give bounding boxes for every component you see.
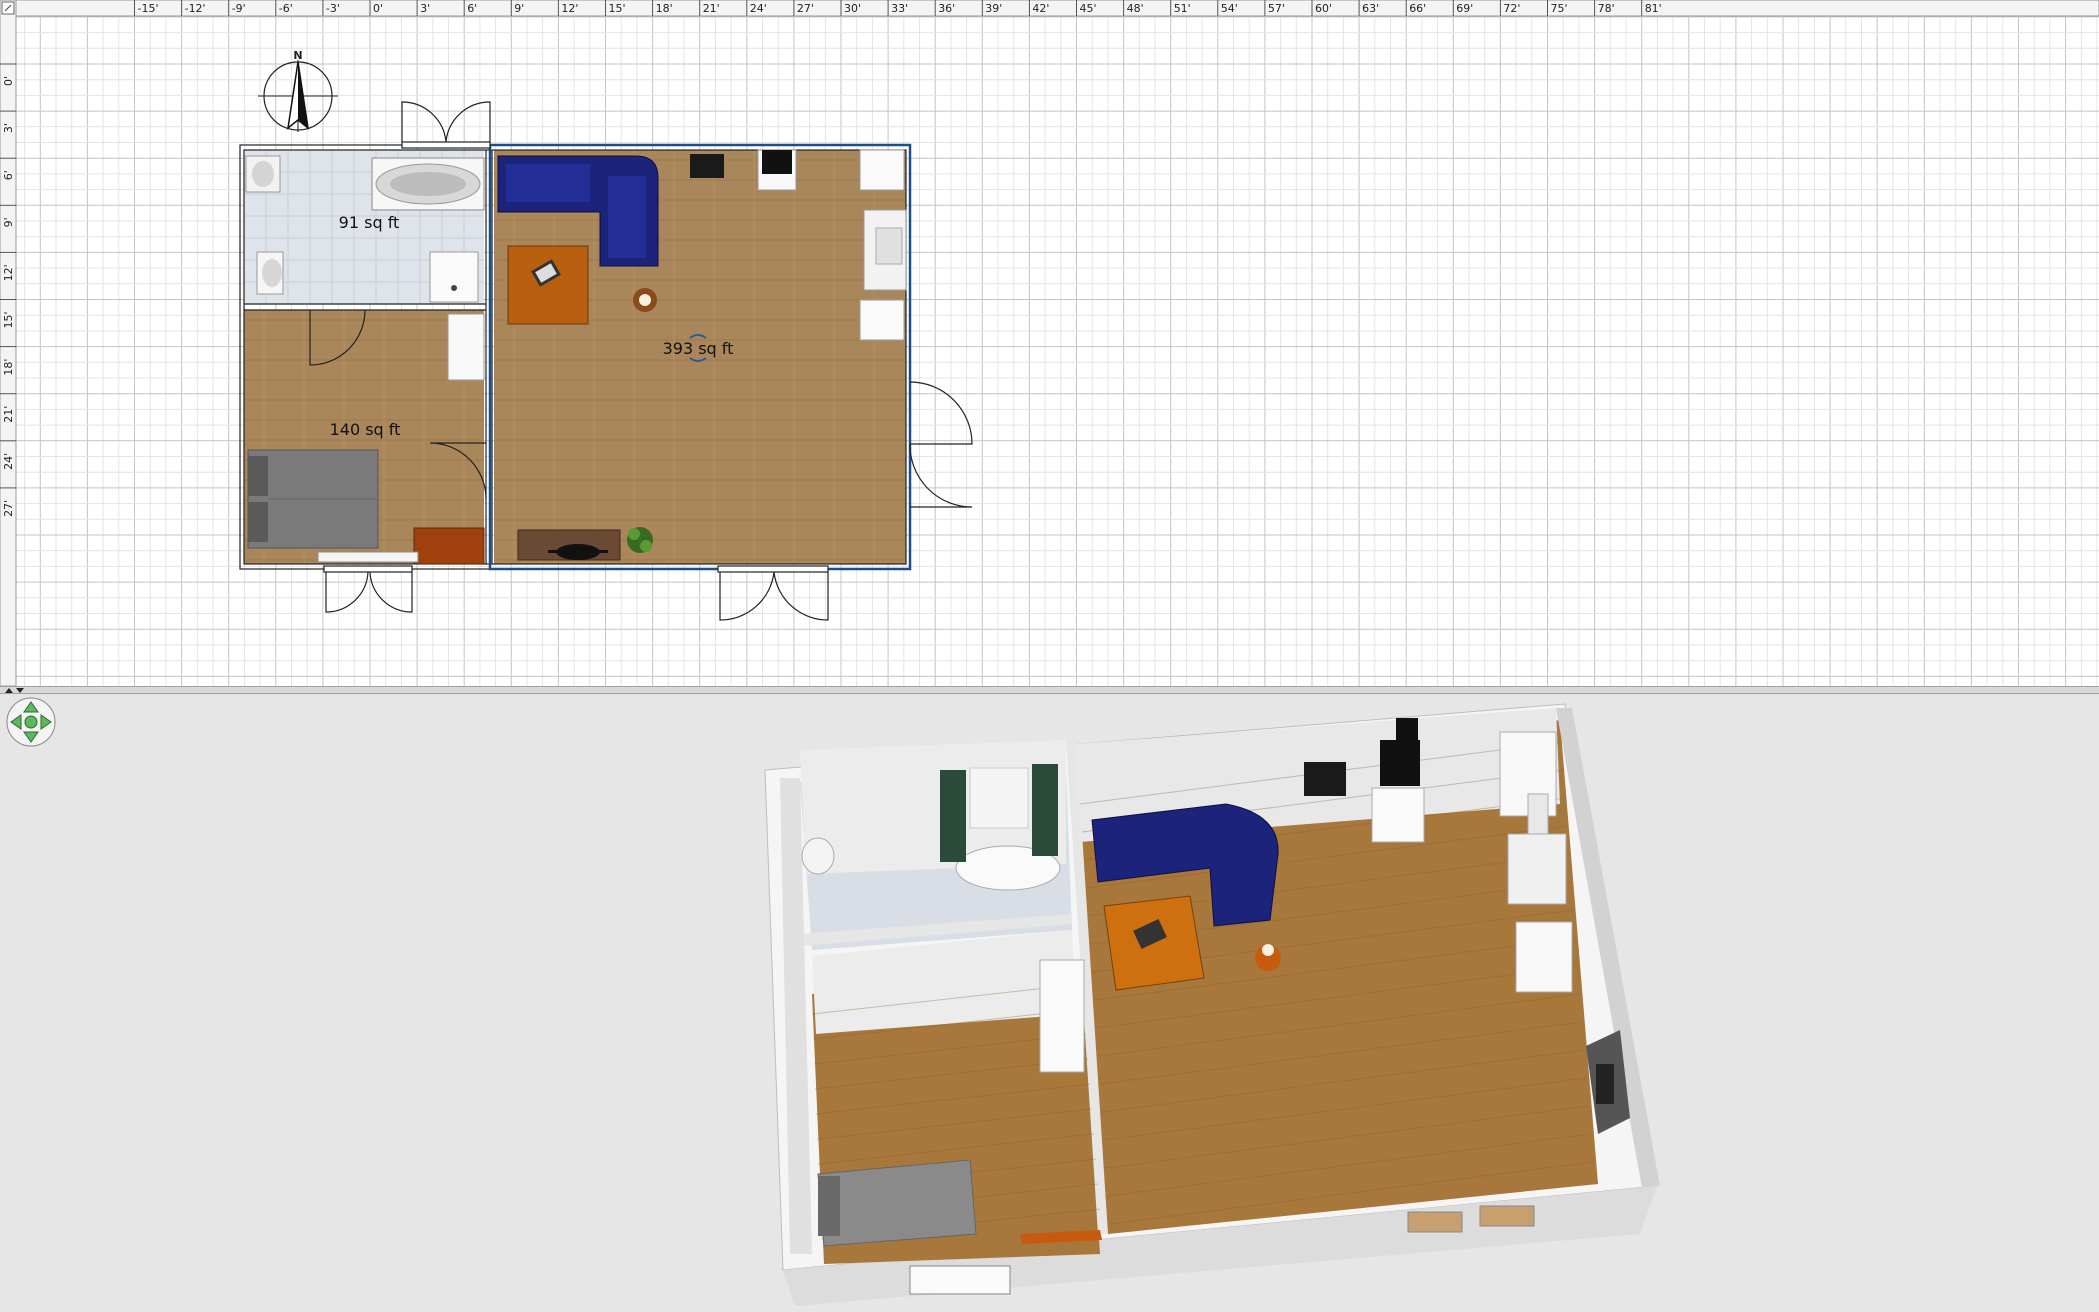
- wardrobe-bedroom[interactable]: [447, 313, 485, 381]
- left-ruler-label: 3': [2, 123, 15, 133]
- tv-stand[interactable]: [517, 529, 621, 561]
- door-top[interactable]: [401, 101, 491, 149]
- top-ruler-label: 42': [1032, 2, 1049, 15]
- sink-bathroom-3d[interactable]: [801, 837, 835, 875]
- top-ruler-label: 60': [1315, 2, 1332, 15]
- bathtub[interactable]: [371, 157, 485, 211]
- bed-3d[interactable]: [817, 1159, 977, 1247]
- plant[interactable]: [627, 527, 653, 553]
- top-ruler-label: 12': [561, 2, 578, 15]
- sink-bathroom[interactable]: [245, 155, 281, 193]
- top-ruler-label: -15': [138, 2, 159, 15]
- top-ruler-label: 3': [420, 2, 430, 15]
- compass-icon[interactable]: [258, 60, 338, 132]
- top-ruler-label: -3': [326, 2, 340, 15]
- microwave-3d[interactable]: [1304, 762, 1346, 796]
- ruler-corner-icon: [1, 1, 15, 15]
- top-ruler-label: 30': [844, 2, 861, 15]
- top-ruler-label: 18': [656, 2, 673, 15]
- top-ruler-label: 81': [1645, 2, 1662, 15]
- radiator-bedroom[interactable]: [317, 551, 419, 563]
- plan-canvas[interactable]: -15' -12' -9' -6' -3' 0' 3' 6' 9' 12' 15' 18' 21' 24'…: [0, 0, 2099, 686]
- top-ruler-label: 78': [1598, 2, 1615, 15]
- left-ruler-label: 9': [2, 217, 15, 227]
- top-ruler-label: 21': [703, 2, 720, 15]
- top-ruler-label: -6': [279, 2, 293, 15]
- top-ruler-label: 36': [938, 2, 955, 15]
- navigator-arrows-icon[interactable]: [6, 697, 56, 747]
- kitchen-cabinet[interactable]: [859, 299, 905, 341]
- top-ruler-label: 72': [1503, 2, 1520, 15]
- room-area-bathroom: 91 sq ft: [339, 213, 400, 232]
- top-ruler-label: 33': [891, 2, 908, 15]
- left-ruler-label: 0': [2, 76, 15, 86]
- microwave[interactable]: [690, 154, 724, 178]
- top-ruler-label: -9': [232, 2, 246, 15]
- 3d-canvas[interactable]: [0, 694, 2099, 1312]
- top-ruler-label: 9': [514, 2, 524, 15]
- top-ruler-label: 6': [467, 2, 477, 15]
- plan-view[interactable]: -15' -12' -9' -6' -3' 0' 3' 6' 9' 12' 15' 18' 21' 24'…: [0, 0, 2099, 686]
- door-bottom-bedroom[interactable]: [323, 565, 413, 613]
- 3d-view[interactable]: [0, 694, 2099, 1312]
- top-ruler-label: 45': [1080, 2, 1097, 15]
- compass-label: N: [293, 49, 302, 62]
- left-ruler-label: 15': [2, 312, 15, 329]
- kitchen-sink[interactable]: [863, 209, 907, 291]
- top-ruler-label: 57': [1268, 2, 1285, 15]
- top-ruler-label: 66': [1409, 2, 1426, 15]
- kitchen-cabinet-3d[interactable]: [1515, 921, 1573, 993]
- door-bottom-living[interactable]: [717, 565, 829, 621]
- left-ruler-label: 18': [2, 359, 15, 376]
- top-ruler-label: 48': [1127, 2, 1144, 15]
- top-ruler-label: 0': [373, 2, 383, 15]
- top-ruler-label: 27': [797, 2, 814, 15]
- top-ruler-label: 51': [1174, 2, 1191, 15]
- view-splitter[interactable]: [0, 686, 2099, 694]
- wardrobe-3d[interactable]: [1039, 959, 1085, 1073]
- top-ruler-label: 15': [609, 2, 626, 15]
- washing-machine[interactable]: [429, 251, 479, 303]
- top-ruler[interactable]: [0, 0, 2099, 17]
- left-ruler-label: 6': [2, 170, 15, 180]
- toilet[interactable]: [256, 251, 284, 295]
- left-ruler-label: 21': [2, 406, 15, 423]
- left-ruler-label: 24': [2, 453, 15, 470]
- left-ruler[interactable]: [0, 0, 17, 686]
- top-ruler-label: -12': [185, 2, 206, 15]
- top-ruler-label: 69': [1456, 2, 1473, 15]
- coffee-table-3d[interactable]: [1103, 895, 1205, 991]
- top-ruler-label: 24': [750, 2, 767, 15]
- top-ruler-label: 75': [1551, 2, 1568, 15]
- fridge[interactable]: [859, 149, 905, 191]
- bed[interactable]: [247, 449, 379, 549]
- room-area-bedroom: 140 sq ft: [330, 420, 401, 439]
- coffee-table[interactable]: [507, 245, 589, 325]
- top-ruler-label: 63': [1362, 2, 1379, 15]
- top-ruler-label: 54': [1221, 2, 1238, 15]
- left-ruler-label: 27': [2, 500, 15, 517]
- left-ruler-label: 12': [2, 264, 15, 281]
- room-area-living: 393 sq ft: [663, 339, 734, 358]
- stove[interactable]: [757, 149, 797, 191]
- bathtub-3d[interactable]: [940, 764, 1061, 891]
- side-table-flowers[interactable]: [633, 288, 657, 312]
- top-ruler-label: 39': [985, 2, 1002, 15]
- dresser[interactable]: [413, 527, 485, 565]
